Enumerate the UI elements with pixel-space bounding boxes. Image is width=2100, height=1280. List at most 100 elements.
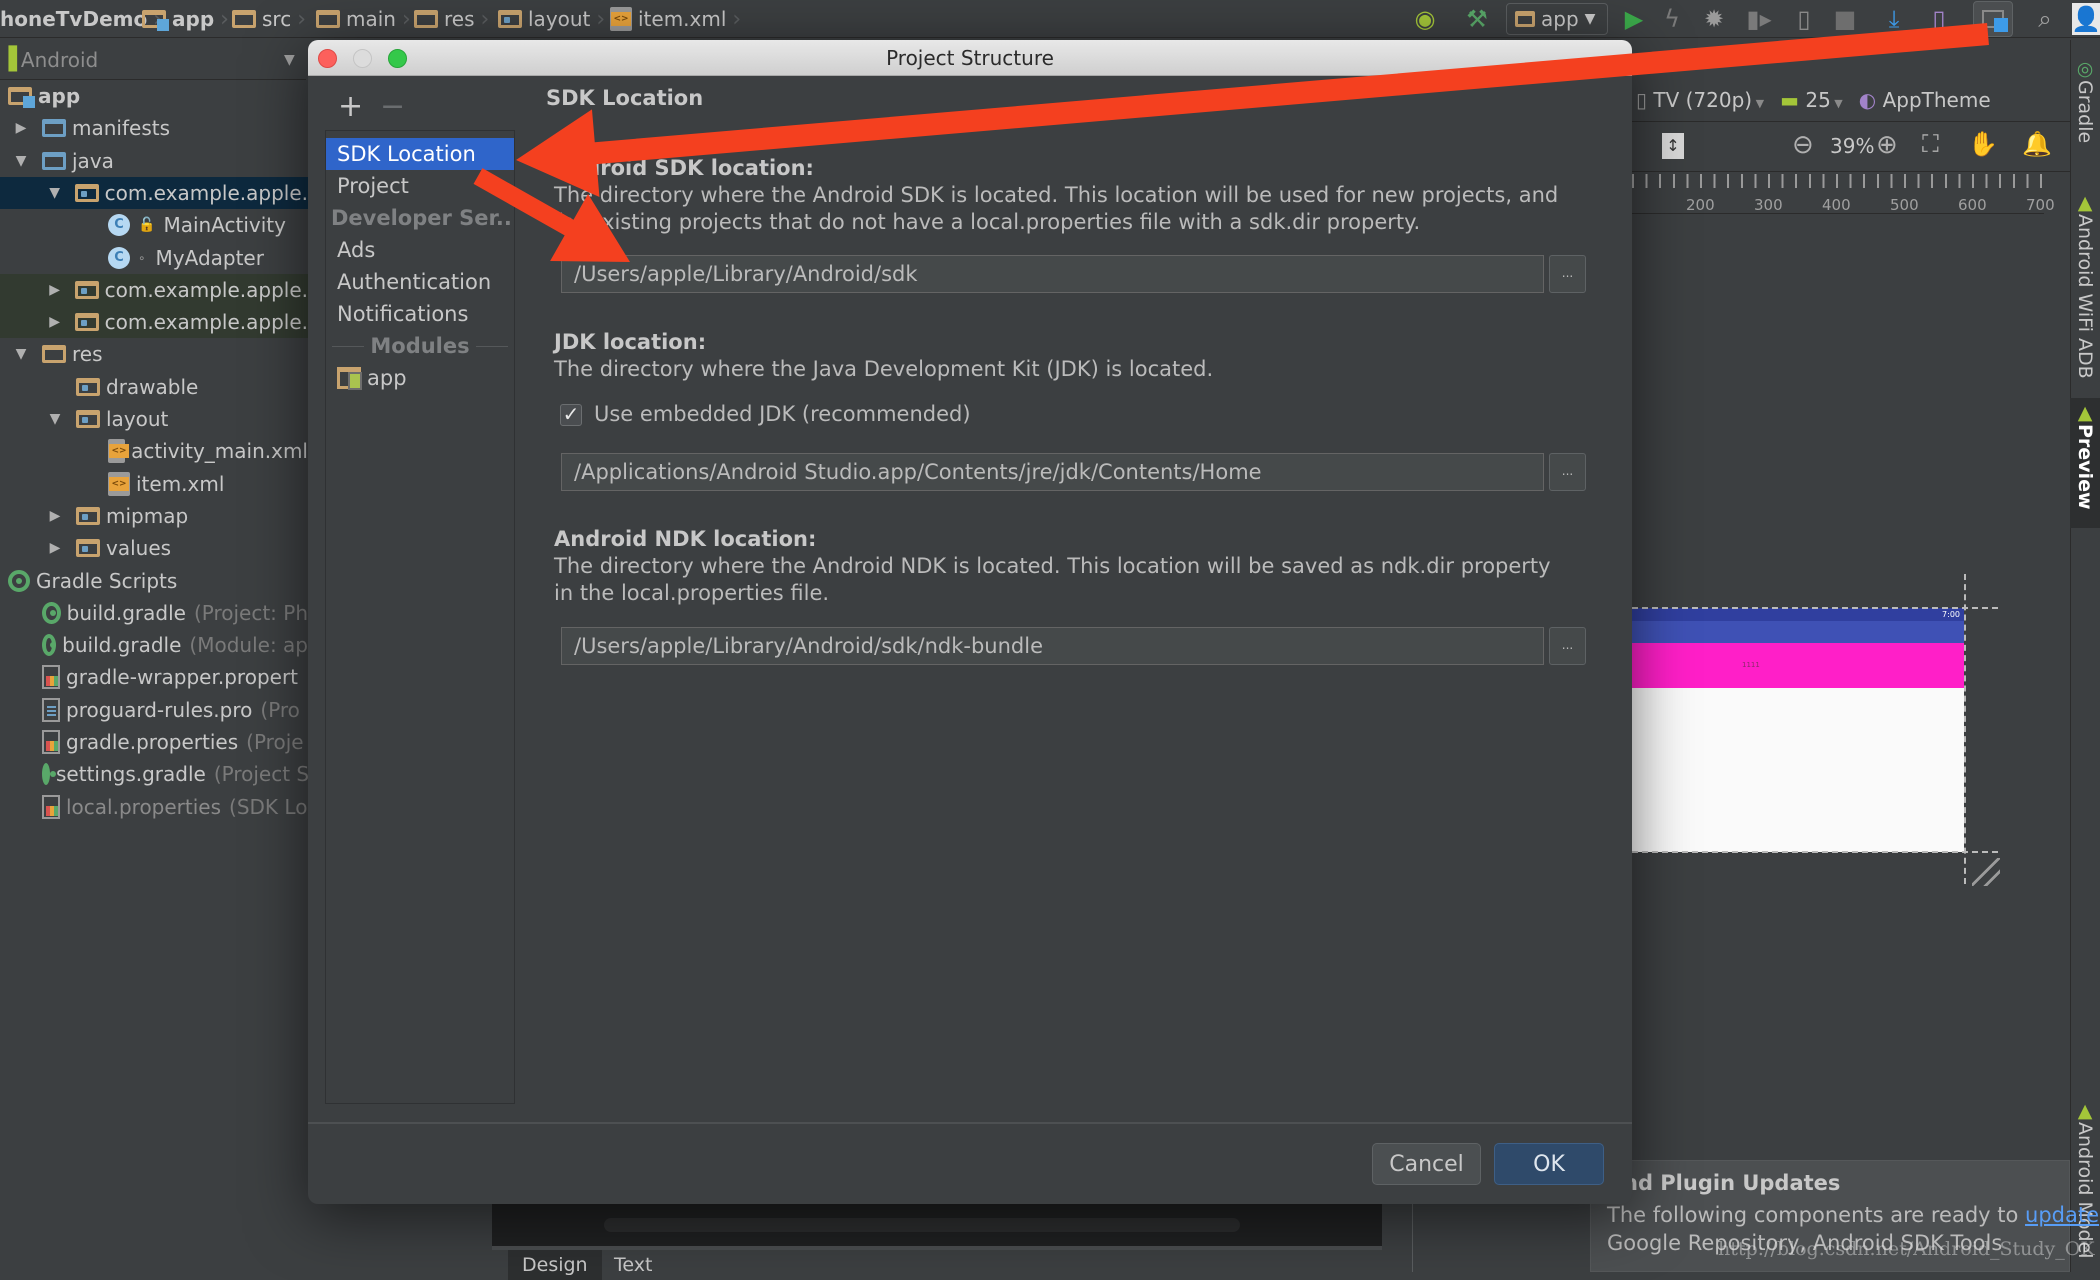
sidebar-item-notifications[interactable]: Notifications (326, 298, 514, 330)
ruler-label: 700 (2026, 196, 2055, 214)
search-icon[interactable]: ⌕ (2030, 4, 2060, 34)
dialog-titlebar[interactable]: Project Structure (308, 40, 1632, 76)
remove-button[interactable]: − (380, 92, 405, 122)
expand-right-icon[interactable]: ▶ (48, 282, 61, 298)
fit-screen-icon[interactable]: ⛶ (1922, 130, 1939, 158)
breadcrumb-res[interactable]: res › (414, 0, 489, 38)
tree-item[interactable]: Gradle Scripts (0, 565, 308, 597)
sdk-manager-icon[interactable]: ⤓ (1880, 4, 1908, 34)
run-configuration-select[interactable]: app ▼ (1506, 3, 1608, 35)
tree-item[interactable]: ▼ layout (0, 403, 308, 435)
ok-button[interactable]: OK (1494, 1143, 1604, 1185)
tree-item[interactable]: ▶ mipmap (0, 500, 308, 532)
sidebar-item-project[interactable]: Project (326, 170, 514, 202)
android-wifi-adb-icon[interactable]: ◉ (1410, 4, 1440, 34)
notifications-bell-icon[interactable]: 🔔 (2022, 130, 2052, 158)
use-embedded-jdk-label[interactable]: Use embedded JDK (recommended) (594, 402, 971, 426)
profile-icon[interactable]: ▮▸ (1745, 4, 1773, 34)
apply-changes-icon[interactable]: ϟ (1660, 4, 1684, 34)
breadcrumb-project[interactable]: honeTvDemo› (0, 0, 162, 38)
chevron-right-icon: › (401, 6, 411, 32)
tree-item[interactable]: app (0, 80, 308, 112)
attach-debugger-icon[interactable]: ▯ (1790, 4, 1818, 34)
expand-right-icon[interactable]: ▶ (48, 540, 62, 556)
run-icon[interactable]: ▶ (1620, 4, 1648, 34)
avd-manager-icon[interactable]: ▯ (1925, 4, 1953, 34)
tree-item[interactable]: build.gradle (Project: Ph (0, 597, 308, 629)
ndk-location-input[interactable] (561, 627, 1544, 665)
breadcrumb-item-xml[interactable]: item.xml› (610, 0, 741, 38)
tree-item[interactable]: ▼ com.example.apple. (0, 176, 308, 209)
device-selector[interactable]: ▯ TV (720p) ▼ (1636, 88, 1764, 112)
zoom-in-icon[interactable]: ⊕ (1876, 130, 1898, 160)
breadcrumb-main[interactable]: main › (316, 0, 411, 38)
tree-item[interactable]: proguard-rules.pro (Pro (0, 694, 308, 726)
tree-item[interactable]: C ∘ MyAdapter (0, 242, 308, 274)
tree-item[interactable]: ▶ com.example.apple. (0, 273, 308, 306)
breadcrumb-app[interactable]: app › (142, 0, 229, 38)
expand-down-icon[interactable]: ▼ (14, 153, 28, 169)
resize-vertical-icon[interactable]: ↕ (1662, 133, 1684, 159)
close-window-button[interactable] (318, 49, 337, 68)
jdk-browse-button[interactable]: ... (1549, 453, 1586, 491)
device-preview[interactable]: 7:00 1111 (1632, 608, 1964, 852)
tree-item[interactable]: settings.gradle (Project S (0, 758, 308, 790)
stop-icon[interactable]: ■ (1832, 4, 1858, 34)
debug-icon[interactable]: ✹ (1700, 4, 1728, 34)
theme-selector[interactable]: ◐ AppTheme (1859, 88, 1991, 112)
ndk-browse-button[interactable]: ... (1549, 627, 1586, 665)
expand-right-icon[interactable]: ▶ (48, 314, 61, 330)
expand-right-icon[interactable]: ▶ (48, 508, 62, 524)
zoom-out-icon[interactable]: ⊖ (1792, 130, 1814, 160)
sdk-location-input[interactable] (561, 255, 1544, 293)
tool-window-preview[interactable]: ▲ Preview (2070, 398, 2100, 528)
tab-design[interactable]: Design (508, 1250, 602, 1280)
tree-item[interactable]: ▶ values (0, 532, 308, 564)
tree-item[interactable]: item.xml (0, 468, 308, 500)
sidebar-item-authentication[interactable]: Authentication (326, 266, 514, 298)
expand-down-icon[interactable]: ▼ (14, 346, 28, 362)
tree-item[interactable]: activity_main.xml (0, 435, 308, 467)
tree-item[interactable]: ▼ java (0, 145, 308, 177)
use-embedded-jdk-checkbox[interactable]: ✓ (560, 404, 582, 426)
sidebar-item-module-app[interactable]: app (326, 362, 514, 394)
jdk-location-description: The directory where the Java Development… (554, 357, 1214, 381)
expand-down-icon[interactable]: ▼ (48, 185, 61, 201)
jdk-location-input[interactable] (561, 453, 1544, 491)
tree-item[interactable]: drawable (0, 371, 308, 403)
user-avatar-icon[interactable]: 👤 (2071, 3, 2100, 35)
preview-list-item[interactable]: 1111 (1632, 643, 1964, 688)
expand-down-icon[interactable]: ▼ (48, 411, 62, 427)
tree-item[interactable]: gradle.properties (Proje (0, 726, 308, 758)
tool-window-gradle[interactable]: ◎ Gradle (2070, 54, 2100, 154)
tree-item[interactable]: build.gradle (Module: ap (0, 629, 308, 661)
tree-item[interactable]: C 🔓 MainActivity (0, 209, 308, 241)
project-view-header[interactable]: ▐ Android ▼ (0, 40, 306, 80)
cancel-button[interactable]: Cancel (1372, 1143, 1481, 1185)
tree-item[interactable]: ▶ manifests (0, 112, 308, 144)
project-structure-button[interactable] (1973, 1, 2013, 37)
pan-hand-icon[interactable]: ✋ (1968, 130, 1998, 158)
expand-right-icon[interactable]: ▶ (14, 120, 28, 136)
minimize-window-button[interactable] (353, 49, 372, 68)
preview-bounds (1632, 851, 1998, 853)
tree-item[interactable]: ▼ res (0, 338, 308, 370)
horizontal-scrollbar[interactable] (604, 1218, 1240, 1232)
tree-item[interactable]: ▶ com.example.apple. (0, 306, 308, 339)
chevron-down-icon: ▼ (1752, 96, 1765, 110)
resize-handle[interactable] (1972, 858, 2000, 886)
update-link[interactable]: update (2025, 1203, 2099, 1227)
sidebar-item-sdk-location[interactable]: SDK Location (326, 138, 514, 170)
zoom-window-button[interactable] (388, 49, 407, 68)
tab-text[interactable]: Text (600, 1250, 666, 1280)
sidebar-item-ads[interactable]: Ads (326, 234, 514, 266)
add-button[interactable]: + (338, 92, 363, 122)
breadcrumb-src[interactable]: src › (232, 0, 306, 38)
tool-window-wifi-adb[interactable]: ▲ Android WiFi ADB (2070, 188, 2100, 388)
tree-item[interactable]: local.properties (SDK Lo (0, 791, 308, 823)
breadcrumb-layout[interactable]: layout › (498, 0, 605, 38)
api-level-selector[interactable]: ▬ 25 ▼ (1780, 88, 1843, 112)
sdk-browse-button[interactable]: ... (1549, 255, 1586, 293)
tree-item[interactable]: gradle-wrapper.propert (0, 661, 308, 693)
build-hammer-icon[interactable]: ⚒ (1462, 4, 1492, 34)
